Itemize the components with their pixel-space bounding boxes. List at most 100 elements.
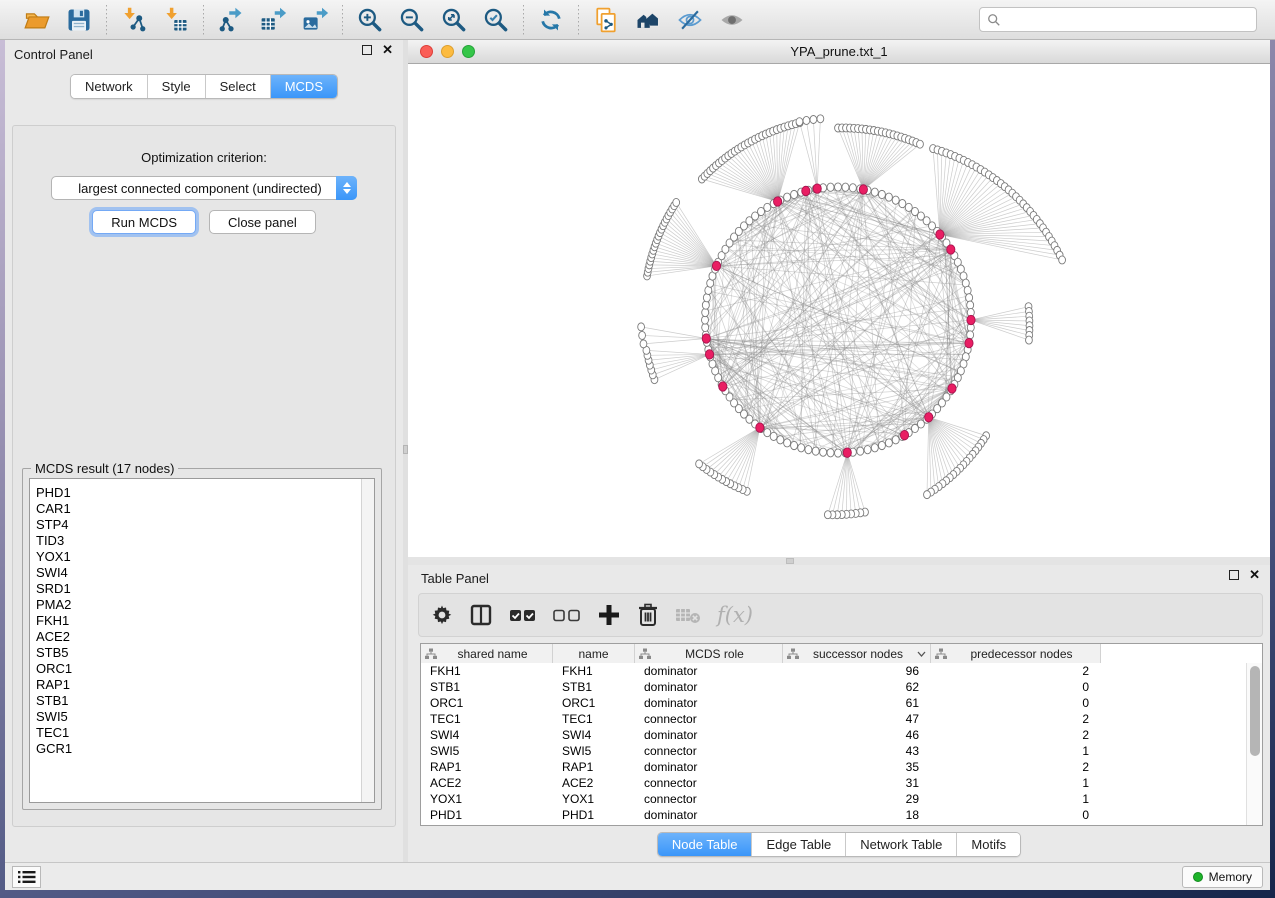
float-panel-icon[interactable] — [362, 45, 372, 55]
mcds-result-item[interactable]: STP4 — [30, 517, 374, 533]
tab-mcds[interactable]: MCDS — [271, 75, 337, 98]
tab-network[interactable]: Network — [71, 75, 148, 98]
cell-name[interactable]: RAP1 — [553, 760, 635, 774]
table-row[interactable]: YOX1YOX1connector291 — [421, 791, 1246, 807]
column-header-name[interactable]: name — [553, 644, 635, 663]
table-row[interactable]: ACE2ACE2connector311 — [421, 775, 1246, 791]
cell-predecessor_nodes[interactable]: 0 — [931, 696, 1101, 710]
first-neighbors-icon[interactable] — [631, 4, 665, 36]
table-row[interactable]: STB1STB1dominator620 — [421, 679, 1246, 695]
mcds-list-scrollbar[interactable] — [361, 479, 374, 802]
mcds-result-item[interactable]: GCR1 — [30, 741, 374, 757]
cell-successor_nodes[interactable]: 47 — [783, 712, 931, 726]
mcds-result-list[interactable]: PHD1CAR1STP4TID3YOX1SWI4SRD1PMA2FKH1ACE2… — [29, 478, 375, 803]
cell-shared_name[interactable]: ACE2 — [421, 776, 553, 790]
cell-predecessor_nodes[interactable]: 0 — [931, 808, 1101, 822]
cell-name[interactable]: YOX1 — [553, 792, 635, 806]
tab-motifs[interactable]: Motifs — [957, 833, 1020, 856]
close-panel-button[interactable]: Close panel — [209, 210, 316, 234]
cell-mcds_role[interactable]: dominator — [635, 680, 783, 694]
table-row[interactable]: FKH1FKH1dominator962 — [421, 663, 1246, 679]
mcds-result-item[interactable]: CAR1 — [30, 501, 374, 517]
mcds-result-item[interactable]: RAP1 — [30, 677, 374, 693]
cell-shared_name[interactable]: TEC1 — [421, 712, 553, 726]
search-box[interactable] — [979, 7, 1257, 32]
table-row[interactable]: SWI4SWI4dominator462 — [421, 727, 1246, 743]
node-table[interactable]: shared namenameMCDS rolesuccessor nodesp… — [420, 643, 1263, 826]
column-header-predecessor-nodes[interactable]: predecessor nodes — [931, 644, 1101, 663]
window-maximize-icon[interactable] — [462, 45, 475, 58]
column-header-MCDS-role[interactable]: MCDS role — [635, 644, 783, 663]
cell-mcds_role[interactable]: dominator — [635, 760, 783, 774]
add-column-icon[interactable] — [597, 603, 621, 627]
cell-predecessor_nodes[interactable]: 2 — [931, 664, 1101, 678]
import-table-icon[interactable] — [159, 4, 193, 36]
column-header-successor-nodes[interactable]: successor nodes — [783, 644, 931, 663]
deselect-all-icon[interactable] — [553, 604, 581, 626]
mcds-result-item[interactable]: YOX1 — [30, 549, 374, 565]
cell-shared_name[interactable]: SWI4 — [421, 728, 553, 742]
export-image-icon[interactable] — [298, 4, 332, 36]
tab-style[interactable]: Style — [148, 75, 206, 98]
mcds-result-item[interactable]: ORC1 — [30, 661, 374, 677]
cell-successor_nodes[interactable]: 18 — [783, 808, 931, 822]
cell-mcds_role[interactable]: connector — [635, 776, 783, 790]
task-history-button[interactable] — [12, 866, 41, 888]
mcds-result-item[interactable]: ACE2 — [30, 629, 374, 645]
table-row[interactable]: SWI5SWI5connector431 — [421, 743, 1246, 759]
zoom-in-icon[interactable] — [353, 4, 387, 36]
table-row[interactable]: RAP1RAP1dominator352 — [421, 759, 1246, 775]
save-icon[interactable] — [62, 4, 96, 36]
mcds-result-item[interactable]: STB5 — [30, 645, 374, 661]
cell-mcds_role[interactable]: dominator — [635, 664, 783, 678]
cell-name[interactable]: FKH1 — [553, 664, 635, 678]
table-scrollbar[interactable] — [1246, 663, 1262, 825]
open-icon[interactable] — [20, 4, 54, 36]
cell-successor_nodes[interactable]: 46 — [783, 728, 931, 742]
cell-predecessor_nodes[interactable]: 1 — [931, 744, 1101, 758]
tab-edge-table[interactable]: Edge Table — [752, 833, 846, 856]
cell-mcds_role[interactable]: dominator — [635, 808, 783, 822]
cell-shared_name[interactable]: PHD1 — [421, 808, 553, 822]
settings-gear-icon[interactable] — [431, 604, 453, 626]
zoom-out-icon[interactable] — [395, 4, 429, 36]
network-titlebar[interactable]: YPA_prune.txt_1 — [408, 40, 1270, 64]
cell-mcds_role[interactable]: connector — [635, 792, 783, 806]
mcds-result-item[interactable]: SRD1 — [30, 581, 374, 597]
cell-shared_name[interactable]: SWI5 — [421, 744, 553, 758]
hide-selected-icon[interactable] — [673, 4, 707, 36]
mcds-result-item[interactable]: FKH1 — [30, 613, 374, 629]
export-network-icon[interactable] — [214, 4, 248, 36]
cell-name[interactable]: SWI5 — [553, 744, 635, 758]
cell-mcds_role[interactable]: dominator — [635, 696, 783, 710]
cell-mcds_role[interactable]: connector — [635, 712, 783, 726]
refresh-icon[interactable] — [534, 4, 568, 36]
cell-successor_nodes[interactable]: 35 — [783, 760, 931, 774]
table-row[interactable]: PHD1PHD1dominator180 — [421, 807, 1246, 823]
mcds-result-item[interactable]: TEC1 — [30, 725, 374, 741]
cell-name[interactable]: ORC1 — [553, 696, 635, 710]
cell-predecessor_nodes[interactable]: 2 — [931, 760, 1101, 774]
export-table-icon[interactable] — [256, 4, 290, 36]
mcds-result-item[interactable]: SWI5 — [30, 709, 374, 725]
table-scrollbar-thumb[interactable] — [1250, 666, 1260, 756]
cell-predecessor_nodes[interactable]: 2 — [931, 712, 1101, 726]
cell-successor_nodes[interactable]: 43 — [783, 744, 931, 758]
window-minimize-icon[interactable] — [441, 45, 454, 58]
cell-predecessor_nodes[interactable]: 2 — [931, 728, 1101, 742]
cell-predecessor_nodes[interactable]: 1 — [931, 792, 1101, 806]
select-all-icon[interactable] — [509, 604, 537, 626]
cell-name[interactable]: SWI4 — [553, 728, 635, 742]
mcds-result-item[interactable]: TID3 — [30, 533, 374, 549]
close-panel-icon[interactable]: ✕ — [1249, 570, 1260, 580]
horizontal-splitter[interactable] — [408, 557, 1270, 565]
tab-select[interactable]: Select — [206, 75, 271, 98]
cell-shared_name[interactable]: FKH1 — [421, 664, 553, 678]
show-all-icon[interactable] — [715, 4, 749, 36]
window-close-icon[interactable] — [420, 45, 433, 58]
cell-predecessor_nodes[interactable]: 0 — [931, 680, 1101, 694]
cell-name[interactable]: ACE2 — [553, 776, 635, 790]
memory-button[interactable]: Memory — [1182, 866, 1263, 888]
close-panel-icon[interactable]: ✕ — [382, 45, 393, 55]
float-panel-icon[interactable] — [1229, 570, 1239, 580]
